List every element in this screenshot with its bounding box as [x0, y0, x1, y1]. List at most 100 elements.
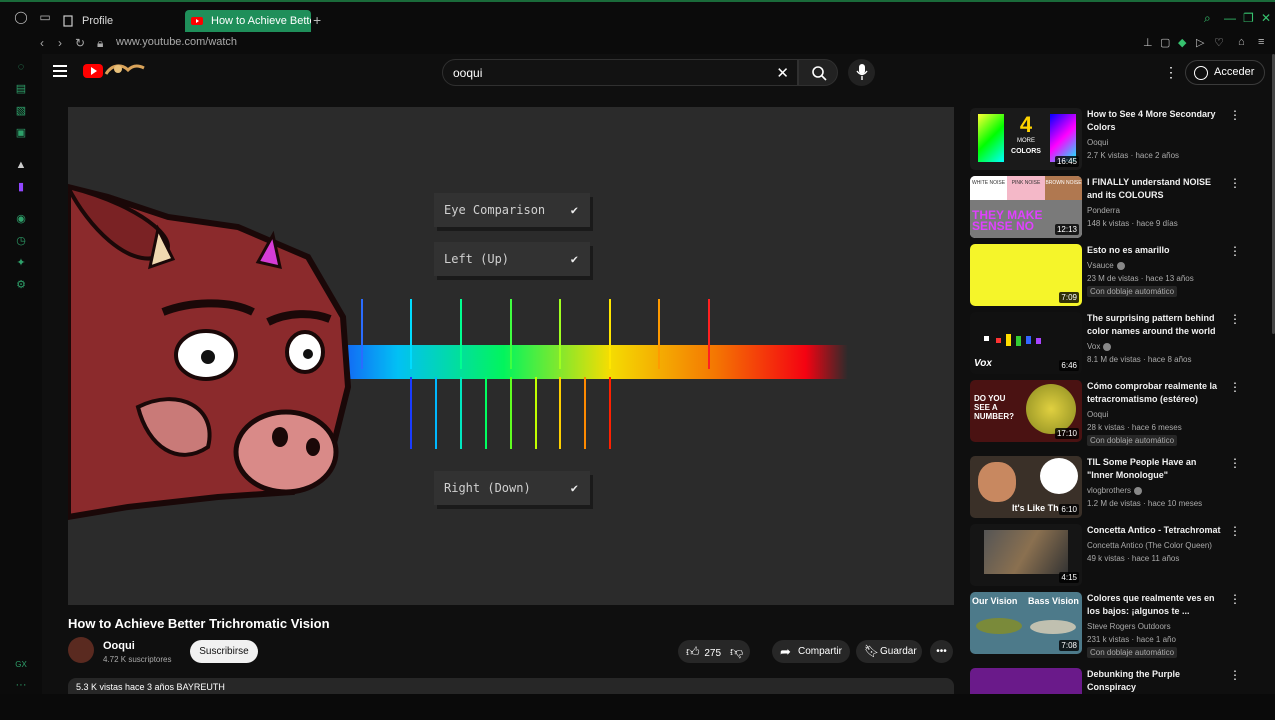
recommendation-item[interactable]: Debunking the Purple Conspiracy ⋮: [970, 668, 1260, 694]
rec-menu-icon[interactable]: ⋮: [1229, 380, 1241, 394]
rec-channel[interactable]: Steve Rogers Outdoors: [1087, 622, 1171, 631]
rec-menu-icon[interactable]: ⋮: [1229, 668, 1241, 682]
more-actions-button[interactable]: •••: [930, 640, 953, 663]
video-thumbnail[interactable]: DO YOU SEE A NUMBER? 17:10: [970, 380, 1082, 442]
extensions-icon[interactable]: ✦: [14, 256, 28, 270]
voice-search-button[interactable]: [848, 59, 875, 86]
description-box[interactable]: 5.3 K vistas hace 3 años BAYREUTH: [68, 678, 954, 694]
rec-title[interactable]: The surprising pattern behind color name…: [1087, 312, 1222, 338]
rec-menu-icon[interactable]: ⋮: [1229, 312, 1241, 326]
feather-icon[interactable]: ▲: [14, 158, 28, 172]
play-icon[interactable]: ▷: [1196, 36, 1204, 49]
more-icon[interactable]: ···: [14, 678, 28, 692]
crypto-icon[interactable]: ▧: [14, 104, 28, 118]
youtube-logo-icon[interactable]: [83, 64, 103, 78]
gx-icon[interactable]: GX: [14, 658, 28, 672]
lock-icon[interactable]: 🔒︎: [97, 36, 103, 51]
rec-title[interactable]: How to See 4 More Secondary Colors: [1087, 108, 1222, 134]
like-button[interactable]: 👍︎ 275: [686, 640, 721, 665]
recommendation-item[interactable]: Vox 6:46 The surprising pattern behind c…: [970, 312, 1260, 376]
video-thumbnail[interactable]: 7:09: [970, 244, 1082, 306]
video-thumbnail[interactable]: WHITE NOISE PINK NOISE BROWN NOISE THEY …: [970, 176, 1082, 238]
recommendation-item[interactable]: DO YOU SEE A NUMBER? 17:10 Cómo comproba…: [970, 380, 1260, 446]
recommendation-item[interactable]: It's Like Th 6:10 TIL Some People Have a…: [970, 456, 1260, 520]
minimize-icon[interactable]: —: [1224, 11, 1236, 25]
restore-icon[interactable]: ❐: [1243, 11, 1254, 25]
shopping-icon[interactable]: ▤: [14, 82, 28, 96]
rec-channel[interactable]: Ooqui: [1087, 138, 1108, 147]
forward-icon[interactable]: ›: [58, 36, 62, 50]
rec-title[interactable]: Cómo comprobar realmente la tetracromati…: [1087, 380, 1222, 406]
video-thumbnail[interactable]: 4:15: [970, 524, 1082, 586]
rec-title[interactable]: Concetta Antico - Tetrachromat: [1087, 524, 1222, 537]
video-thumbnail[interactable]: Vox 6:46: [970, 312, 1082, 374]
recommendation-item[interactable]: 7:09 Esto no es amarillo Vsauce 23 M de …: [970, 244, 1260, 308]
clear-search-icon[interactable]: ✕: [776, 64, 789, 82]
rec-channel[interactable]: Ooqui: [1087, 410, 1108, 419]
settings-gear-icon[interactable]: ⚙: [14, 278, 28, 292]
search-box[interactable]: ooqui ✕: [442, 59, 798, 86]
recommendation-item[interactable]: 4 MORE COLORS 16:45 How to See 4 More Se…: [970, 108, 1260, 172]
video-thumbnail[interactable]: Our Vision Bass Vision 7:08: [970, 592, 1082, 654]
aria-icon[interactable]: ◌: [14, 60, 28, 74]
search-tabs-icon[interactable]: ⌕: [1204, 11, 1211, 26]
rec-menu-icon[interactable]: ⋮: [1229, 456, 1241, 470]
reload-icon[interactable]: ↻: [75, 36, 85, 50]
tab-profile[interactable]: Profile: [56, 10, 182, 32]
search-button[interactable]: [798, 59, 838, 86]
twitch-icon[interactable]: ▮: [14, 180, 28, 194]
heart-icon[interactable]: ♡: [1214, 36, 1224, 49]
tab-manager-icon[interactable]: ▭: [38, 10, 52, 24]
rec-title[interactable]: Debunking the Purple Conspiracy: [1087, 668, 1222, 694]
video-player[interactable]: Eye Comparison ✔ Left (Up) ✔ Right (Down…: [68, 107, 954, 605]
subscribe-button[interactable]: Suscribirse: [190, 640, 258, 663]
rec-channel[interactable]: Ponderra: [1087, 206, 1120, 215]
opera-logo-icon[interactable]: ◯: [14, 10, 28, 24]
left-up-toggle[interactable]: Left (Up) ✔: [434, 242, 590, 276]
rec-menu-icon[interactable]: ⋮: [1229, 244, 1241, 258]
new-tab-button[interactable]: +: [313, 12, 321, 28]
pin-icon[interactable]: ⊥: [1143, 36, 1153, 49]
recommendation-item[interactable]: WHITE NOISE PINK NOISE BROWN NOISE THEY …: [970, 176, 1260, 240]
url-field[interactable]: www.youtube.com/watch: [116, 36, 237, 48]
rec-title[interactable]: I FINALLY understand NOISE and its COLOU…: [1087, 176, 1222, 202]
video-thumbnail[interactable]: [970, 668, 1082, 694]
hamburger-menu-icon[interactable]: [53, 65, 67, 77]
rec-title[interactable]: Colores que realmente ves en los bajos: …: [1087, 592, 1222, 618]
close-window-icon[interactable]: ✕: [1261, 11, 1271, 25]
right-down-toggle[interactable]: Right (Down) ✔: [434, 471, 590, 505]
video-thumbnail[interactable]: It's Like Th 6:10: [970, 456, 1082, 518]
doodle-logo-icon[interactable]: [104, 60, 146, 80]
rec-channel[interactable]: Concetta Antico (The Color Queen): [1087, 541, 1212, 550]
tab-youtube-video[interactable]: How to Achieve Bette: [185, 10, 311, 32]
share-button[interactable]: ➦ Compartir: [772, 640, 850, 663]
rec-menu-icon[interactable]: ⋮: [1229, 108, 1241, 122]
messenger-icon[interactable]: ▣: [14, 126, 28, 140]
settings-kebab-icon[interactable]: ⋮: [1164, 64, 1178, 81]
player-icon[interactable]: ◉: [14, 212, 28, 226]
back-icon[interactable]: ‹: [40, 36, 44, 50]
rec-title[interactable]: TIL Some People Have an "Inner Monologue…: [1087, 456, 1222, 482]
channel-avatar[interactable]: [68, 637, 94, 663]
eye-comparison-toggle[interactable]: Eye Comparison ✔: [434, 193, 590, 227]
signin-button[interactable]: Acceder: [1185, 60, 1265, 85]
channel-name[interactable]: Ooqui: [103, 640, 135, 652]
video-thumbnail[interactable]: 4 MORE COLORS 16:45: [970, 108, 1082, 170]
snapshot-icon[interactable]: ▢: [1160, 36, 1170, 49]
rec-menu-icon[interactable]: ⋮: [1229, 592, 1241, 606]
recommendation-item[interactable]: 4:15 Concetta Antico - Tetrachromat Conc…: [970, 524, 1260, 588]
dislike-button[interactable]: 👎︎: [730, 640, 743, 665]
history-icon[interactable]: ◷: [14, 234, 28, 248]
rec-channel[interactable]: vlogbrothers: [1087, 486, 1143, 495]
rec-channel[interactable]: Vsauce: [1087, 261, 1125, 270]
rec-menu-icon[interactable]: ⋮: [1229, 176, 1241, 190]
recommendation-item[interactable]: Our Vision Bass Vision 7:08 Colores que …: [970, 592, 1260, 658]
save-button[interactable]: 🔖︎ Guardar: [856, 640, 922, 663]
rec-channel[interactable]: Vox: [1087, 342, 1112, 351]
wallet-icon[interactable]: ⌂: [1238, 36, 1245, 48]
rec-menu-icon[interactable]: ⋮: [1229, 524, 1241, 538]
menu-icon[interactable]: ≡: [1258, 36, 1264, 48]
rec-title[interactable]: Esto no es amarillo: [1087, 244, 1222, 257]
search-input[interactable]: ooqui: [453, 66, 482, 80]
vpn-shield-icon[interactable]: ◆: [1178, 36, 1186, 49]
